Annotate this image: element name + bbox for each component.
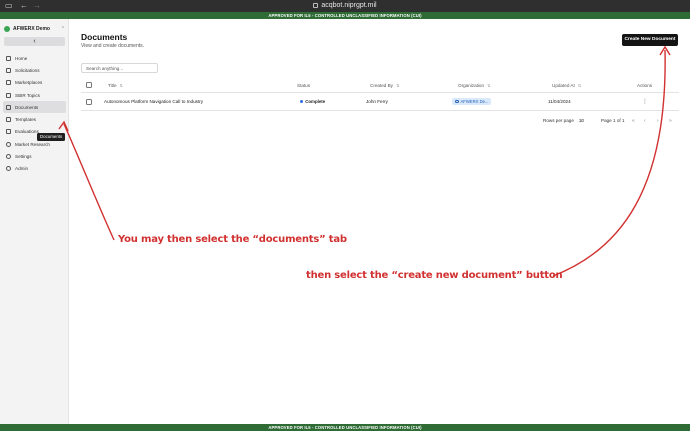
sidebar-item-label: Solicitations: [15, 67, 40, 73]
rows-per-page-value: 30: [579, 118, 585, 123]
browser-toolbar: ▭ ← → acqbot.niprgpt.mil: [0, 0, 690, 12]
gear-icon: [6, 154, 11, 160]
sidebar-item-label: Templates: [15, 117, 36, 123]
sidebar-item-marketplaces[interactable]: Marketplaces: [3, 77, 66, 89]
table-row[interactable]: Autonomous Platform Navigation Call to I…: [81, 93, 679, 111]
sidebar-item-label: Settings: [15, 154, 32, 160]
row-actions-button[interactable]: ⋮: [642, 93, 648, 110]
sidebar-item-label: Admin: [15, 166, 29, 172]
sidebar-item-home[interactable]: Home: [3, 52, 66, 64]
sidebar-item-admin[interactable]: Admin: [3, 163, 66, 175]
rows-per-page-select[interactable]: 30 ⌄: [579, 117, 589, 125]
home-icon: [6, 55, 11, 61]
column-organization-label: Organization: [458, 82, 485, 88]
sidebar: AFWERX Demo ⌃ ‹ Home Solicitations Marke…: [0, 19, 69, 424]
pagination: Rows per page 30 ⌄ Page 1 of 1 « ‹ › »: [543, 117, 679, 125]
sidebar-item-label: Evaluations: [15, 129, 39, 135]
next-page-button[interactable]: ›: [657, 117, 659, 125]
template-icon: [6, 117, 11, 123]
organization-icon: [455, 99, 459, 104]
table-header: Title ⇅ Status Created By ⇅ Organization ⇅ …: [81, 78, 679, 93]
column-created-by[interactable]: Created By ⇅: [370, 78, 399, 92]
file-icon: [6, 67, 11, 73]
previous-page-button[interactable]: ‹: [644, 117, 646, 125]
page-title: Documents: [81, 32, 128, 42]
column-title[interactable]: Title ⇅: [108, 78, 123, 92]
url-text: acqbot.niprgpt.mil: [321, 2, 377, 9]
clipboard-icon: [6, 129, 11, 135]
annotation-documents-tab: You may then select the “documents” tab: [118, 234, 347, 245]
column-updated-at[interactable]: Updated At ⇅: [552, 78, 581, 92]
user-icon: [6, 166, 11, 172]
row-created-by: John Ferry: [366, 99, 388, 104]
column-title-label: Title: [108, 82, 117, 88]
row-checkbox[interactable]: [86, 93, 92, 110]
row-organization: AFWERX De...: [452, 93, 492, 110]
sidebar-item-documents[interactable]: Documents: [3, 101, 66, 114]
sort-icon: ⇅: [395, 82, 400, 88]
sidebar-item-settings[interactable]: Settings: [3, 150, 66, 162]
sort-icon: ⇅: [487, 82, 491, 88]
sidebar-item-label: Home: [15, 55, 28, 61]
status-dot-icon: [300, 99, 304, 104]
sidebar-item-templates[interactable]: Templates: [3, 113, 66, 125]
sidebar-nav: Home Solicitations Marketplaces SBIR Top…: [3, 52, 66, 175]
search-icon: [6, 141, 11, 147]
list-icon: [6, 92, 11, 98]
sidebar-item-sbir-topics[interactable]: SBIR Topics: [3, 89, 66, 101]
documents-tooltip: Documents: [37, 133, 66, 141]
column-organization[interactable]: Organization ⇅: [458, 78, 490, 92]
organization-label: AFWERX De...: [460, 99, 489, 104]
search-input[interactable]: Search anything...: [81, 63, 158, 73]
classification-banner-top: APPROVED FOR IL5 - CONTROLLED UNCLASSIFI…: [0, 12, 690, 19]
chevron-updown-icon: ⌃: [60, 25, 65, 32]
page-indicator: Page 1 of 1: [601, 118, 625, 123]
collapse-sidebar-button[interactable]: ‹: [4, 37, 65, 46]
address-bar[interactable]: acqbot.niprgpt.mil: [0, 1, 690, 11]
lock-icon: [313, 3, 319, 8]
org-switcher[interactable]: AFWERX Demo ⌃: [4, 23, 65, 34]
column-updated-at-label: Updated At: [552, 82, 575, 88]
column-status: Status: [297, 82, 311, 88]
sidebar-item-label: Market Research: [15, 141, 50, 147]
sort-icon: ⇅: [119, 82, 123, 88]
row-updated-at: 11/04/2024: [548, 99, 571, 104]
classification-banner-bottom: APPROVED FOR IL5 - CONTROLLED UNCLASSIFI…: [0, 424, 690, 431]
more-vertical-icon: ⋮: [642, 99, 648, 105]
row-title[interactable]: Autonomous Platform Navigation Call to I…: [104, 93, 203, 110]
annotation-create-button: then select the “create new document” bu…: [306, 270, 563, 281]
rows-per-page-label: Rows per page: [543, 118, 574, 123]
create-new-document-button[interactable]: Create New Document: [622, 34, 678, 46]
sidebar-item-label: Marketplaces: [15, 80, 43, 86]
column-created-by-label: Created By: [370, 82, 393, 88]
select-all-checkbox[interactable]: [86, 78, 92, 92]
sidebar-item-solicitations[interactable]: Solicitations: [3, 64, 66, 76]
document-icon: [6, 104, 11, 110]
sidebar-item-label: Documents: [15, 104, 39, 110]
column-actions: Actions: [637, 82, 653, 88]
first-page-button[interactable]: «: [632, 117, 635, 125]
documents-table: Title ⇅ Status Created By ⇅ Organization ⇅ …: [81, 78, 679, 111]
org-logo-icon: [4, 25, 10, 32]
sort-icon: ⇅: [577, 82, 582, 88]
status-label: Complete: [305, 99, 326, 104]
sidebar-item-label: SBIR Topics: [15, 92, 40, 98]
store-icon: [6, 80, 11, 86]
status-badge: Complete: [300, 93, 325, 110]
last-page-button[interactable]: »: [669, 117, 672, 125]
main-content: Documents View and create documents. Cre…: [69, 19, 690, 424]
page-subtitle: View and create documents.: [81, 43, 145, 49]
org-name: AFWERX Demo: [13, 25, 50, 32]
